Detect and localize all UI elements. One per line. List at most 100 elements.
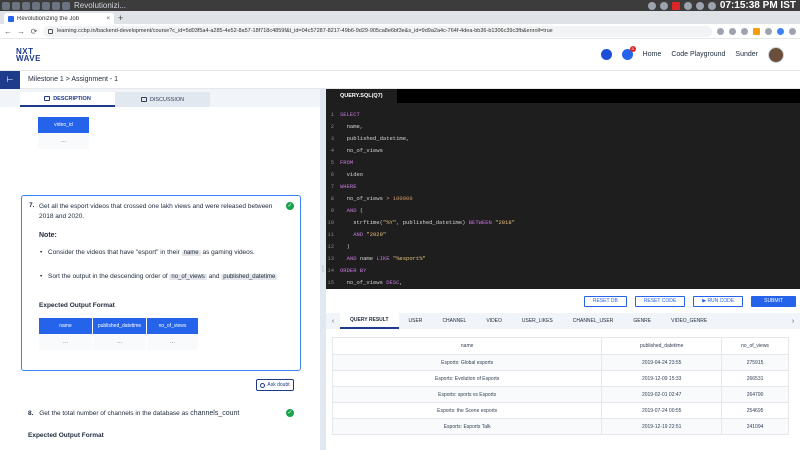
active-window-title: Revolutionizi... <box>74 1 127 10</box>
tab-video-genre[interactable]: VIDEO_GENRE <box>661 313 717 329</box>
extension-icon[interactable] <box>753 27 760 35</box>
nxtwave-logo[interactable]: NXT WAVE <box>16 47 41 62</box>
code-lines[interactable]: 1 SELECT 2 name, 3 published_datetime, 4 no_… <box>326 103 800 288</box>
line-number: 4 <box>330 146 334 154</box>
new-tab-button[interactable]: + <box>118 13 123 24</box>
code-token: name <box>356 254 377 262</box>
table-value-cell: ... <box>93 334 147 350</box>
code-line[interactable]: 9 AND ( <box>326 204 800 216</box>
reset-code-button[interactable]: RESET CODE <box>634 295 686 307</box>
prev-output-table: video_id ... <box>38 117 90 149</box>
avatar[interactable] <box>768 46 784 63</box>
nav-code-playground[interactable]: Code Playground <box>671 51 725 58</box>
ask-doubt-button[interactable]: Ask doubt <box>256 379 294 391</box>
editor-icon[interactable] <box>62 1 70 10</box>
code-line[interactable]: 11 AND "2020" <box>326 228 800 240</box>
code-token: AND <box>340 206 357 214</box>
code-token: WHERE <box>340 182 357 190</box>
code-token: "2018" <box>491 218 515 226</box>
code-editor[interactable]: QUERY.SQL(Q7) 1 SELECT 2 name, 3 published_… <box>326 89 800 289</box>
tab-channel-user[interactable]: CHANNEL_USER <box>563 313 624 329</box>
tab-description[interactable]: DESCRIPTION <box>20 92 115 107</box>
code-line[interactable]: 14 ORDER BY <box>326 264 800 276</box>
reload-icon[interactable]: ⟳ <box>30 27 38 36</box>
chat-icon[interactable]: 3 <box>621 46 636 60</box>
table-header-cell: published_datetime <box>93 318 147 334</box>
network-icon[interactable] <box>683 1 692 10</box>
table-row: Esports: sports vs Esports 2019-02-01 02… <box>331 386 789 403</box>
clock[interactable]: 07:15:38 PM IST <box>720 0 796 11</box>
run-code-button[interactable]: ▶ RUN CODE <box>693 295 744 307</box>
query-result-panel[interactable]: name published_datetime no_of_views Espo… <box>326 329 800 450</box>
result-table: name published_datetime no_of_views Espo… <box>331 337 789 435</box>
browser-tab[interactable]: Revolutionizing the Job × <box>4 13 114 24</box>
question-title: Get the total number of channels in the … <box>39 410 189 417</box>
update-icon[interactable] <box>659 1 668 10</box>
tab-user[interactable]: USER <box>399 313 433 329</box>
table-value-cell: ... <box>38 133 90 149</box>
stopwatch-icon[interactable] <box>600 49 612 60</box>
record-icon[interactable] <box>671 1 680 10</box>
terminal-icon[interactable] <box>22 1 30 10</box>
files-icon[interactable] <box>12 1 20 10</box>
menu-icon[interactable] <box>789 27 796 35</box>
sidebar-toggle-icon[interactable]: ⊢ <box>0 70 20 89</box>
column-header: name <box>331 337 603 355</box>
battery-icon[interactable] <box>707 1 716 10</box>
tab-genre[interactable]: GENRE <box>623 313 661 329</box>
code-line[interactable]: 1 SELECT <box>326 108 800 120</box>
tab-query-result[interactable]: QUERY RESULT <box>340 313 399 329</box>
scroll-right-icon[interactable]: › <box>786 318 800 325</box>
launcher-icon[interactable] <box>2 1 10 10</box>
question-card-7[interactable]: 7. Get all the esport videos that crosse… <box>21 195 301 371</box>
question-number: 8. <box>28 410 34 417</box>
os-top-bar: Revolutionizi... 07:15:38 PM IST <box>0 0 800 11</box>
notification-badge: 3 <box>629 46 636 52</box>
submit-button[interactable]: SUBMIT <box>751 295 796 307</box>
scroll-left-icon[interactable]: ‹ <box>326 318 340 325</box>
extensions-puzzle-icon[interactable] <box>765 27 772 35</box>
code-line[interactable]: 15 no_of_views DESC, <box>326 276 800 288</box>
url-input[interactable]: learning.ccbp.in/backend-development/cou… <box>43 25 712 37</box>
note-heading: Note: <box>39 232 57 239</box>
code-line[interactable]: 13 AND name LIKE "%esport%" <box>326 252 800 264</box>
question-list[interactable]: video_id ... 7. Get all the esport video… <box>0 107 320 450</box>
profile-icon[interactable] <box>777 27 784 35</box>
firefox-icon[interactable] <box>52 1 60 10</box>
question-number: 7. <box>29 202 35 209</box>
bookmark-icon[interactable] <box>741 27 748 35</box>
code-token: SELECT <box>340 110 360 118</box>
user-name[interactable]: Sunder <box>735 51 758 58</box>
code-line[interactable]: 5 FROM <box>326 156 800 168</box>
line-number: 1 <box>330 110 334 118</box>
code-line[interactable]: 7 WHERE <box>326 180 800 192</box>
volume-icon[interactable] <box>695 1 704 10</box>
editor-file-tab[interactable]: QUERY.SQL(Q7) <box>326 89 397 103</box>
share-icon[interactable] <box>729 27 736 35</box>
tab-discussion[interactable]: DISCUSSION <box>115 92 210 107</box>
code-line[interactable]: 3 published_datetime, <box>326 132 800 144</box>
code-line[interactable]: 10 strftime("%Y", published_datetime) BE… <box>326 216 800 228</box>
reset-db-button[interactable]: RESET DB <box>583 295 627 307</box>
vscode-icon[interactable] <box>32 1 40 10</box>
forward-icon[interactable]: → <box>17 27 25 36</box>
code-line[interactable]: 6 video <box>326 168 800 180</box>
tab-close-icon[interactable]: × <box>106 16 110 22</box>
code-token: name, <box>340 122 364 130</box>
zoom-icon[interactable] <box>717 27 724 35</box>
tab-video[interactable]: VIDEO <box>476 313 512 329</box>
tab-channel[interactable]: CHANNEL <box>432 313 476 329</box>
code-line[interactable]: 8 no_of_views > 100000 <box>326 192 800 204</box>
code-line[interactable]: 2 name, <box>326 120 800 132</box>
cell-datetime: 2019-12-09 15:33 <box>601 370 723 387</box>
back-icon[interactable]: ← <box>4 27 12 36</box>
line-number: 13 <box>327 254 334 262</box>
tab-user-likes[interactable]: USER_LIKES <box>512 313 563 329</box>
chrome-icon[interactable] <box>42 1 50 10</box>
table-value-cell: ... <box>39 334 93 350</box>
nav-home[interactable]: Home <box>643 51 662 58</box>
code-line[interactable]: 4 no_of_views <box>326 144 800 156</box>
code-line[interactable]: 12 ) <box>326 240 800 252</box>
chrome-tray-icon[interactable] <box>647 1 656 10</box>
table-header-cell: video_id <box>38 117 90 133</box>
